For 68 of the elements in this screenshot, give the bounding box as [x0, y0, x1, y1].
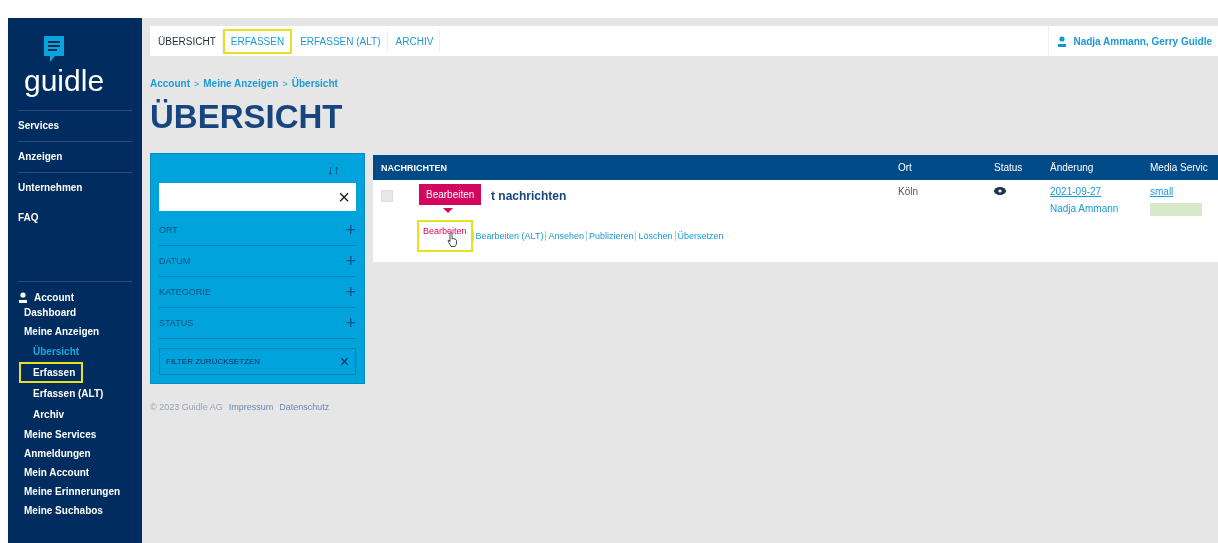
speech-bubble-icon — [42, 34, 66, 64]
breadcrumb-link[interactable]: Übersicht — [291, 78, 338, 89]
search-field[interactable]: × — [159, 183, 356, 211]
nav-tab[interactable]: ERFASSEN — [222, 28, 293, 54]
expand-button[interactable]: + — [345, 283, 356, 301]
media-status-bar — [1150, 203, 1202, 216]
hand-cursor-icon — [447, 232, 459, 247]
footer-link[interactable]: Datenschutz — [279, 402, 330, 412]
row-action-link[interactable]: Bearbeiten (ALT) — [473, 231, 546, 241]
expand-button[interactable]: + — [345, 221, 356, 239]
logo-text[interactable]: guidle — [24, 66, 105, 96]
column-header: Änderung — [1049, 162, 1095, 173]
expand-button[interactable]: + — [345, 314, 356, 332]
filter-section-label: STATUS — [159, 318, 194, 328]
sidebar-subitem[interactable]: Archiv — [19, 404, 73, 425]
column-header: Media Servic — [1149, 162, 1209, 173]
expand-button[interactable]: + — [345, 252, 356, 270]
sidebar-subitem[interactable]: Erfassen — [19, 362, 84, 383]
filter-section-label: ORT — [159, 225, 178, 235]
sidebar-item[interactable]: FAQ — [18, 203, 132, 233]
user-icon — [1057, 35, 1068, 47]
sidebar-item[interactable]: Dashboard — [18, 303, 77, 322]
row-action-link[interactable]: Übersetzen — [675, 231, 726, 241]
sidebar-item[interactable]: Unternehmen — [18, 173, 132, 203]
breadcrumb-separator: > — [194, 78, 200, 89]
author-text: Nadja Ammann — [1050, 203, 1120, 214]
row-action-link[interactable]: Ansehen — [546, 231, 586, 241]
sidebar-item[interactable]: Meine Erinnerungen — [18, 482, 121, 501]
row-action-link[interactable]: Löschen — [636, 231, 675, 241]
eye-icon — [994, 187, 1006, 195]
sidebar-subitem[interactable]: Erfassen (ALT) — [19, 383, 112, 404]
column-header: Status — [993, 162, 1024, 173]
checkbox[interactable] — [381, 190, 393, 202]
footer-link[interactable]: Impressum — [228, 402, 274, 412]
sidebar-item[interactable]: Meine Services — [18, 425, 97, 444]
date-link[interactable]: 2021-09-27 — [1050, 186, 1142, 197]
filter-section-label: DATUM — [159, 256, 191, 266]
row-action-link[interactable]: Bearbeiten — [417, 220, 473, 252]
clear-button[interactable]: × — [338, 187, 350, 207]
nav-tab[interactable]: ÜBERSICHT — [150, 28, 223, 54]
breadcrumb-separator: > — [282, 78, 288, 89]
user-link[interactable]: Nadja Ammann, Gerry Guidle — [1073, 35, 1212, 47]
sidebar-item[interactable]: Mein Account — [18, 463, 90, 482]
sidebar-item[interactable]: Meine Suchabos — [18, 501, 103, 520]
nav-tab[interactable]: ARCHIV — [387, 28, 441, 54]
user-icon — [18, 292, 28, 303]
media-link[interactable]: small — [1150, 186, 1218, 197]
reset-filter-button[interactable]: FILTER ZURÜCKSETZEN × — [159, 348, 356, 375]
row-title[interactable]: t nachrichten — [491, 189, 567, 203]
column-header: NACHRICHTEN — [380, 162, 448, 173]
nav-tab[interactable]: ERFASSEN (ALT) — [292, 28, 388, 54]
tooltip: Bearbeiten — [419, 184, 482, 205]
column-header: Ort — [897, 162, 913, 173]
table-cell-text: Köln — [897, 186, 919, 199]
sort-button[interactable]: ↓↑ — [325, 160, 342, 179]
page-title: ÜBERSICHT — [150, 97, 344, 137]
row-action-link[interactable]: Publizieren — [586, 231, 636, 241]
sidebar-item[interactable]: Anzeigen — [18, 142, 132, 173]
sidebar-subitem[interactable]: Übersicht — [19, 341, 88, 362]
breadcrumb-link[interactable]: Meine Anzeigen — [203, 78, 279, 89]
filter-section-label: KATEGORIE — [159, 287, 211, 297]
sidebar-item[interactable]: Account — [34, 292, 74, 303]
tooltip-pointer — [443, 208, 453, 213]
breadcrumb-link[interactable]: Account — [150, 78, 190, 89]
sidebar-item[interactable]: Anmeldungen — [18, 444, 91, 463]
copyright-text: © 2023 Guidle AG — [150, 402, 223, 412]
sidebar-item[interactable]: Meine Anzeigen — [18, 322, 100, 341]
sidebar-item[interactable]: Services — [18, 111, 132, 142]
